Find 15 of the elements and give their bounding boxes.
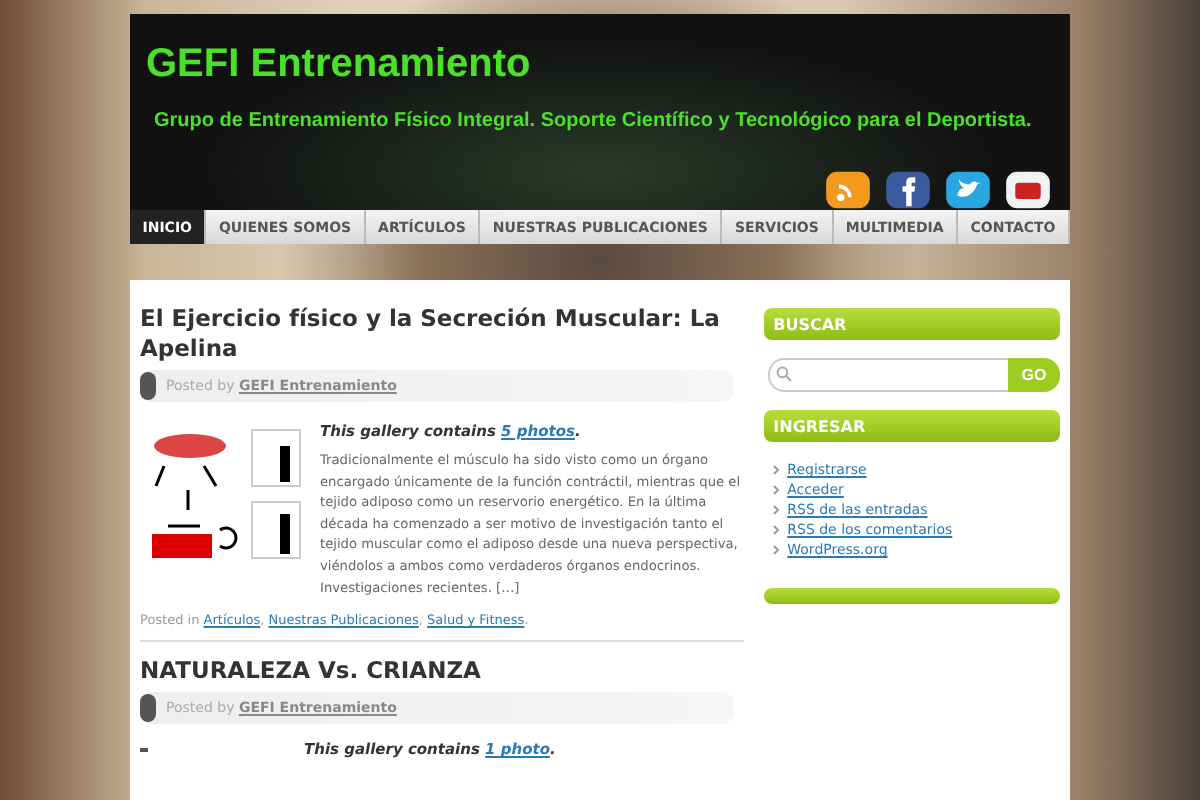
bird-icon[interactable] (942, 170, 994, 210)
rss-icon[interactable] (822, 170, 874, 210)
facebook-icon[interactable] (882, 170, 934, 210)
search-field[interactable] (767, 358, 1008, 392)
tv-icon[interactable] (1002, 170, 1054, 210)
avatar-icon (140, 694, 156, 723)
site-tagline: Grupo de Entrenamiento Físico Integral. Soporte Científico y Tecnológico para el Deportista. (154, 110, 1032, 132)
site-title[interactable]: GEFI Entrenamiento (146, 42, 531, 86)
widget-header: INGRESAR (763, 410, 1060, 442)
thumbnail-icon[interactable] (140, 747, 148, 752)
widget-header: BUSCAR (763, 308, 1060, 340)
post-title[interactable]: NATURALEZA Vs. CRIANZA (140, 656, 744, 687)
post-title[interactable]: El Ejercicio físico y la Secreción Muscular: La Apelina (140, 304, 744, 364)
avatar-icon (140, 372, 156, 400)
search-icon (775, 366, 792, 382)
